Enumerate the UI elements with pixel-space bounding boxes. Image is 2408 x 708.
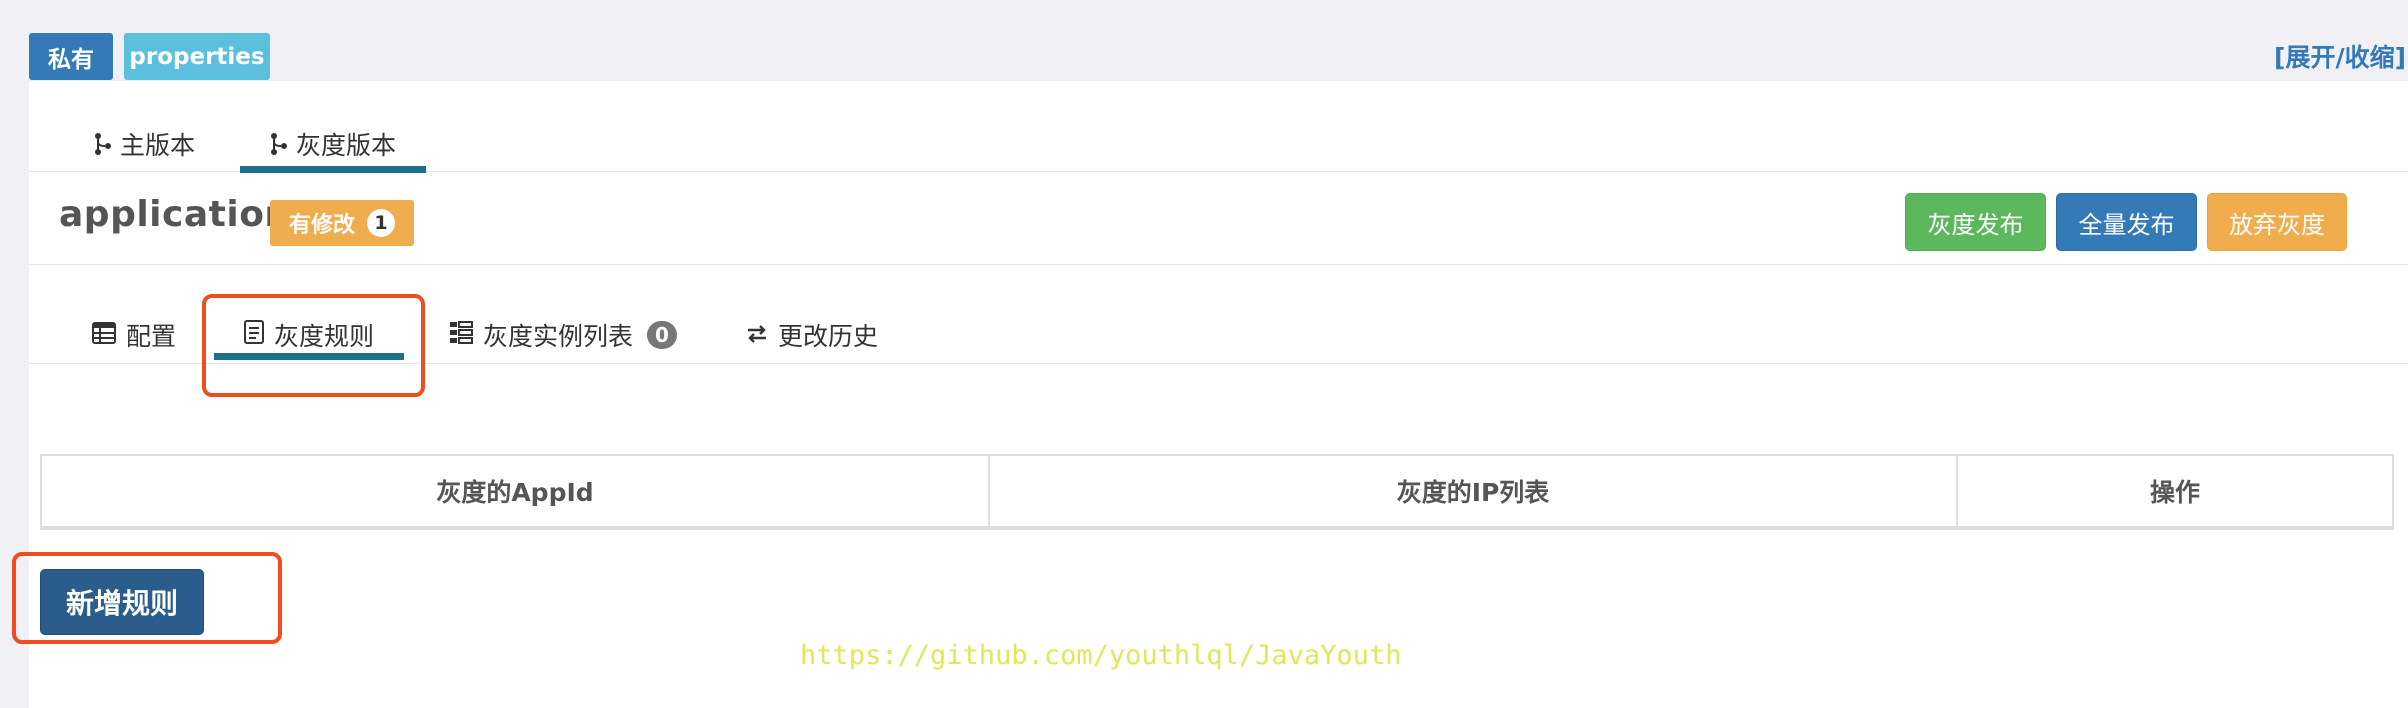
modified-count: 1	[367, 209, 395, 237]
branch-icon	[270, 132, 288, 156]
tab-label: 主版本	[120, 131, 196, 160]
tab-gray-version[interactable]: 灰度版本	[239, 126, 427, 173]
scope-label: 私有	[29, 33, 113, 80]
column-header-actions: 操作	[1956, 454, 2394, 530]
tab-main-version[interactable]: 主版本	[94, 126, 195, 162]
tab-config[interactable]: 配置	[92, 317, 176, 353]
modified-badge: 有修改 1	[270, 200, 414, 246]
full-release-button[interactable]: 全量发布	[2056, 193, 2197, 251]
tab-change-history[interactable]: 更改历史	[746, 317, 878, 353]
gray-rules-table: 灰度的AppId 灰度的IP列表 操作	[40, 454, 2394, 530]
watermark-url: https://github.com/youthlql/JavaYouth	[800, 640, 1402, 671]
format-label: properties	[124, 33, 270, 80]
swap-icon	[746, 321, 768, 350]
namespace-name: application	[59, 194, 291, 235]
instance-count-badge: 0	[647, 321, 678, 349]
tab-label: 配置	[126, 322, 177, 351]
tab-highlight-box	[202, 294, 425, 397]
expand-collapse-link[interactable]: [展开/收缩]	[2274, 38, 2406, 74]
table-header-row: 灰度的AppId 灰度的IP列表 操作	[40, 454, 2394, 530]
tab-gray-instances[interactable]: 灰度实例列表 0	[449, 317, 678, 353]
gray-release-button[interactable]: 灰度发布	[1905, 193, 2046, 251]
branch-icon	[94, 132, 112, 156]
column-header-appid: 灰度的AppId	[40, 454, 990, 530]
modified-label: 有修改	[288, 213, 355, 238]
table-icon	[92, 321, 116, 350]
add-rule-highlight-box	[12, 552, 282, 644]
tab-label: 灰度实例列表	[483, 322, 634, 351]
abandon-gray-button[interactable]: 放弃灰度	[2207, 193, 2347, 251]
list-icon	[449, 320, 473, 350]
column-header-ip-list: 灰度的IP列表	[988, 454, 1958, 530]
tab-label: 更改历史	[778, 322, 879, 351]
tab-label: 灰度版本	[296, 131, 397, 160]
